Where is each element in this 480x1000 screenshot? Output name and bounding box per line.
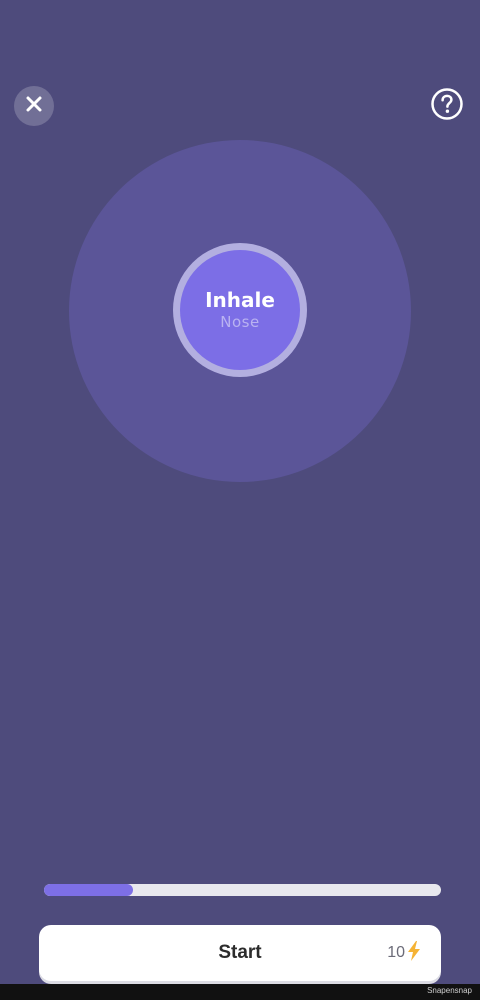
close-button[interactable] bbox=[14, 86, 54, 126]
energy-cost-value: 10 bbox=[387, 944, 405, 961]
question-mark-icon bbox=[430, 87, 464, 125]
watermark: Snapensnap bbox=[427, 986, 472, 995]
bottom-bar: Snapensnap bbox=[0, 984, 480, 1000]
close-icon bbox=[25, 95, 43, 117]
breath-indicator: Inhale Nose bbox=[180, 250, 300, 370]
energy-cost: 10 bbox=[387, 925, 421, 981]
start-button[interactable]: Start 10 bbox=[39, 925, 441, 981]
help-button[interactable] bbox=[430, 87, 464, 125]
session-progress-fill bbox=[44, 884, 134, 896]
lightning-bolt-icon bbox=[407, 941, 421, 965]
breath-method-label: Nose bbox=[220, 313, 260, 331]
start-button-label: Start bbox=[218, 942, 262, 963]
breath-phase-label: Inhale bbox=[205, 288, 275, 312]
session-progress-bar bbox=[44, 884, 441, 896]
